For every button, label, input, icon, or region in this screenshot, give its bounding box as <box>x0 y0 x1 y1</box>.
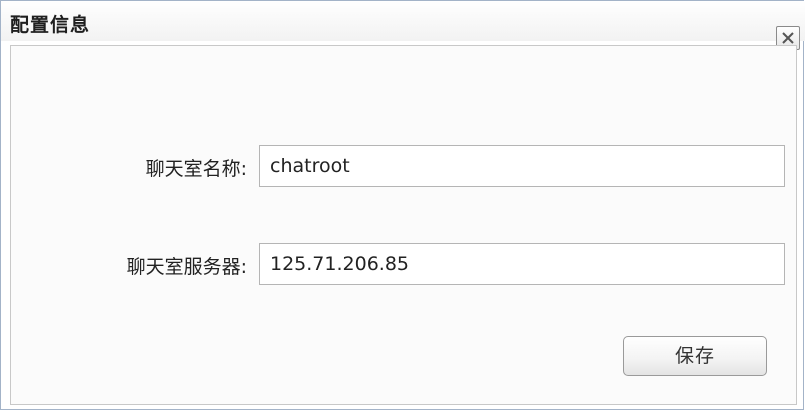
server-label: 聊天室服务器: <box>126 256 247 278</box>
dialog-title: 配置信息 <box>10 14 91 36</box>
config-dialog: 配置信息 聊天室名称: 聊天室服务器: 保存 <box>0 0 805 410</box>
server-row: 聊天室服务器: <box>11 243 798 285</box>
save-button[interactable]: 保存 <box>623 336 767 376</box>
server-input[interactable] <box>259 243 785 285</box>
room-name-row: 聊天室名称: <box>11 145 798 187</box>
room-name-label: 聊天室名称: <box>145 158 247 180</box>
room-name-input[interactable] <box>259 145 785 187</box>
dialog-body: 聊天室名称: 聊天室服务器: 保存 <box>10 45 797 405</box>
close-icon <box>782 32 794 44</box>
dialog-titlebar: 配置信息 <box>1 1 805 41</box>
